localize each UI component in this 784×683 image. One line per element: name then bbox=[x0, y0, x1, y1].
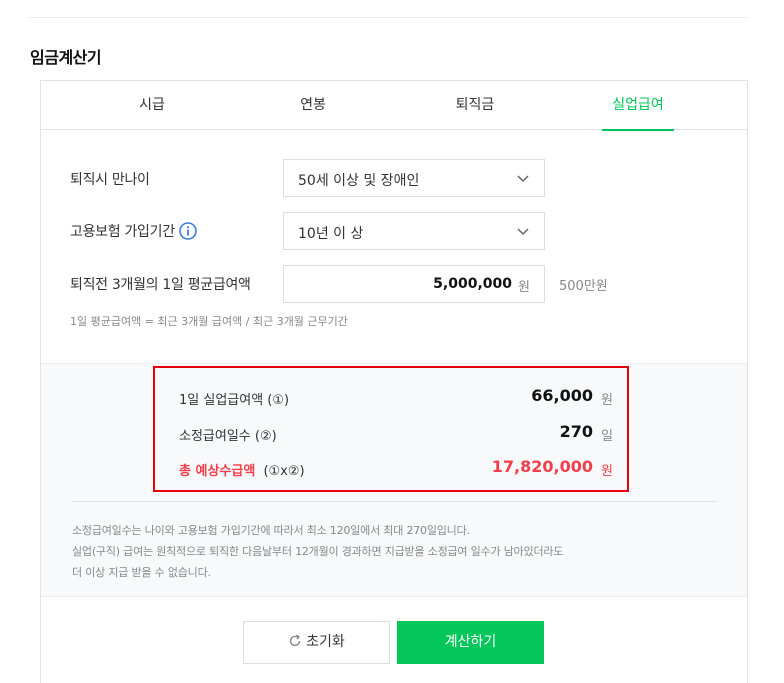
insurance-select-value: 10년 이 상 bbox=[298, 226, 364, 242]
refresh-icon bbox=[290, 634, 301, 646]
result-box: 1일 실업급여액 (①) 66,000 원 소정급여일수 (②) 270 일 총… bbox=[153, 366, 629, 492]
insurance-select[interactable]: 10년 이 상 bbox=[283, 212, 545, 250]
total-benefit-formula: (①x②) bbox=[263, 464, 305, 479]
daily-benefit-unit: 원 bbox=[601, 393, 613, 408]
insurance-label: 고용보험 가입기간 bbox=[70, 221, 197, 241]
average-salary-label: 퇴직전 3개월의 1일 평균급여액 bbox=[70, 277, 251, 293]
page-title: 임금계산기 bbox=[30, 48, 102, 67]
chevron-down-icon bbox=[517, 228, 529, 236]
age-label: 퇴직시 만나이 bbox=[70, 172, 150, 188]
total-benefit-unit: 원 bbox=[601, 464, 613, 479]
tab-annual[interactable]: 연봉 bbox=[273, 81, 353, 130]
total-benefit-label: 총 예상수급액 (①x②) bbox=[179, 460, 305, 479]
note-line: 더 이상 지급 받을 수 없습니다. bbox=[72, 566, 211, 579]
daily-benefit-value: 66,000 bbox=[531, 386, 593, 405]
note-line: 소정급여일수는 나이와 고용보험 가입기간에 따라서 최소 120일에서 최대 … bbox=[72, 524, 470, 537]
reset-button-label: 초기화 bbox=[306, 634, 345, 650]
average-salary-input[interactable]: 5,000,000 원 bbox=[283, 265, 545, 303]
insurance-label-text: 고용보험 가입기간 bbox=[70, 224, 175, 240]
note-line: 실업(구직) 급여는 원칙적으로 퇴직한 다음날부터 12개월이 경과하면 지급… bbox=[72, 545, 564, 558]
notes-divider bbox=[72, 501, 717, 502]
info-icon[interactable] bbox=[178, 221, 197, 240]
calculate-button[interactable]: 계산하기 bbox=[397, 621, 544, 664]
average-salary-unit: 원 bbox=[518, 280, 530, 295]
age-select[interactable]: 50세 이상 및 장애인 bbox=[283, 159, 545, 197]
tab-hourly[interactable]: 시급 bbox=[112, 81, 192, 130]
daily-benefit-label: 1일 실업급여액 (①) bbox=[179, 393, 290, 408]
average-salary-value: 5,000,000 bbox=[433, 276, 512, 292]
total-benefit-value: 17,820,000 bbox=[491, 457, 593, 476]
formula-note: 1일 평균급여액 = 최근 3개월 급여액 / 최근 3개월 근무기간 bbox=[70, 315, 348, 328]
benefit-days-value: 270 bbox=[559, 422, 593, 441]
top-divider bbox=[29, 17, 747, 18]
button-area: 초기화 계산하기 bbox=[41, 596, 747, 683]
tab-unemployment[interactable]: 실업급여 bbox=[602, 81, 674, 131]
age-select-value: 50세 이상 및 장애인 bbox=[298, 173, 420, 189]
chevron-down-icon bbox=[517, 175, 529, 183]
tab-severance[interactable]: 퇴직금 bbox=[435, 81, 515, 130]
calculator-card: 시급 연봉 퇴직금 실업급여 퇴직시 만나이 50세 이상 및 장애인 고용보험… bbox=[40, 80, 748, 683]
reset-button[interactable]: 초기화 bbox=[243, 621, 390, 664]
calculator-tabs: 시급 연봉 퇴직금 실업급여 bbox=[41, 81, 747, 131]
total-benefit-label-text: 총 예상수급액 bbox=[179, 464, 256, 479]
benefit-days-unit: 일 bbox=[601, 429, 613, 444]
benefit-days-label: 소정급여일수 (②) bbox=[179, 429, 277, 444]
average-salary-hint: 500만원 bbox=[559, 279, 608, 294]
